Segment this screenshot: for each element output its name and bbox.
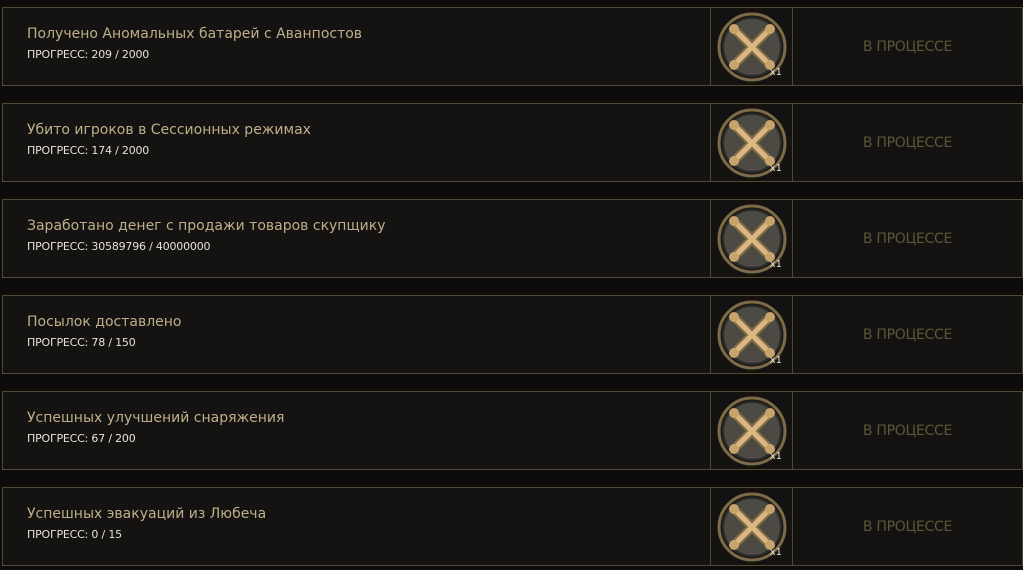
task-progress: ПРОГРЕСС: 78 / 150	[27, 336, 136, 349]
task-row[interactable]: Успешных эвакуаций из Любеча ПРОГРЕСС: 0…	[2, 487, 1023, 566]
task-status: В ПРОЦЕССЕ	[862, 38, 953, 55]
task-title: Убито игроков в Сессионных режимах	[27, 122, 311, 138]
task-info: Получено Аномальных батарей с Аванпостов…	[3, 8, 711, 85]
task-reward[interactable]: x1	[711, 296, 793, 373]
task-progress: ПРОГРЕСС: 0 / 15	[27, 528, 122, 541]
task-status: В ПРОЦЕССЕ	[862, 422, 953, 439]
task-reward[interactable]: x1	[711, 392, 793, 469]
task-row[interactable]: Посылок доставлено ПРОГРЕСС: 78 / 150 x1…	[2, 295, 1023, 374]
task-row[interactable]: Успешных улучшений снаряжения ПРОГРЕСС: …	[2, 391, 1023, 470]
task-status: В ПРОЦЕССЕ	[862, 230, 953, 247]
reward-quantity: x1	[769, 67, 782, 78]
task-progress: ПРОГРЕСС: 67 / 200	[27, 432, 136, 445]
reward-quantity: x1	[769, 355, 782, 366]
reward-quantity: x1	[769, 163, 782, 174]
task-row[interactable]: Убито игроков в Сессионных режимах ПРОГР…	[2, 103, 1023, 182]
task-progress: ПРОГРЕСС: 30589796 / 40000000	[27, 240, 211, 253]
task-info: Заработано денег с продажи товаров скупщ…	[3, 200, 711, 277]
task-reward[interactable]: x1	[711, 104, 793, 181]
task-info: Успешных эвакуаций из Любеча ПРОГРЕСС: 0…	[3, 488, 711, 565]
reward-quantity: x1	[769, 451, 782, 462]
task-list: Получено Аномальных батарей с Аванпостов…	[0, 0, 1023, 570]
reward-quantity: x1	[769, 547, 782, 558]
task-title: Успешных эвакуаций из Любеча	[27, 506, 267, 522]
task-info: Убито игроков в Сессионных режимах ПРОГР…	[3, 104, 711, 181]
task-title: Успешных улучшений снаряжения	[27, 410, 285, 426]
task-reward[interactable]: x1	[711, 200, 793, 277]
task-row[interactable]: Получено Аномальных батарей с Аванпостов…	[2, 7, 1023, 86]
task-reward[interactable]: x1	[711, 488, 793, 565]
task-status: В ПРОЦЕССЕ	[862, 518, 953, 535]
task-progress: ПРОГРЕСС: 209 / 2000	[27, 48, 150, 61]
task-title: Посылок доставлено	[27, 314, 182, 330]
task-info: Успешных улучшений снаряжения ПРОГРЕСС: …	[3, 392, 711, 469]
task-title: Заработано денег с продажи товаров скупщ…	[27, 218, 386, 234]
task-status: В ПРОЦЕССЕ	[862, 134, 953, 151]
task-info: Посылок доставлено ПРОГРЕСС: 78 / 150	[3, 296, 711, 373]
task-reward[interactable]: x1	[711, 8, 793, 85]
task-progress: ПРОГРЕСС: 174 / 2000	[27, 144, 150, 157]
reward-quantity: x1	[769, 259, 782, 270]
task-status: В ПРОЦЕССЕ	[862, 326, 953, 343]
task-row[interactable]: Заработано денег с продажи товаров скупщ…	[2, 199, 1023, 278]
task-title: Получено Аномальных батарей с Аванпостов	[27, 26, 363, 42]
